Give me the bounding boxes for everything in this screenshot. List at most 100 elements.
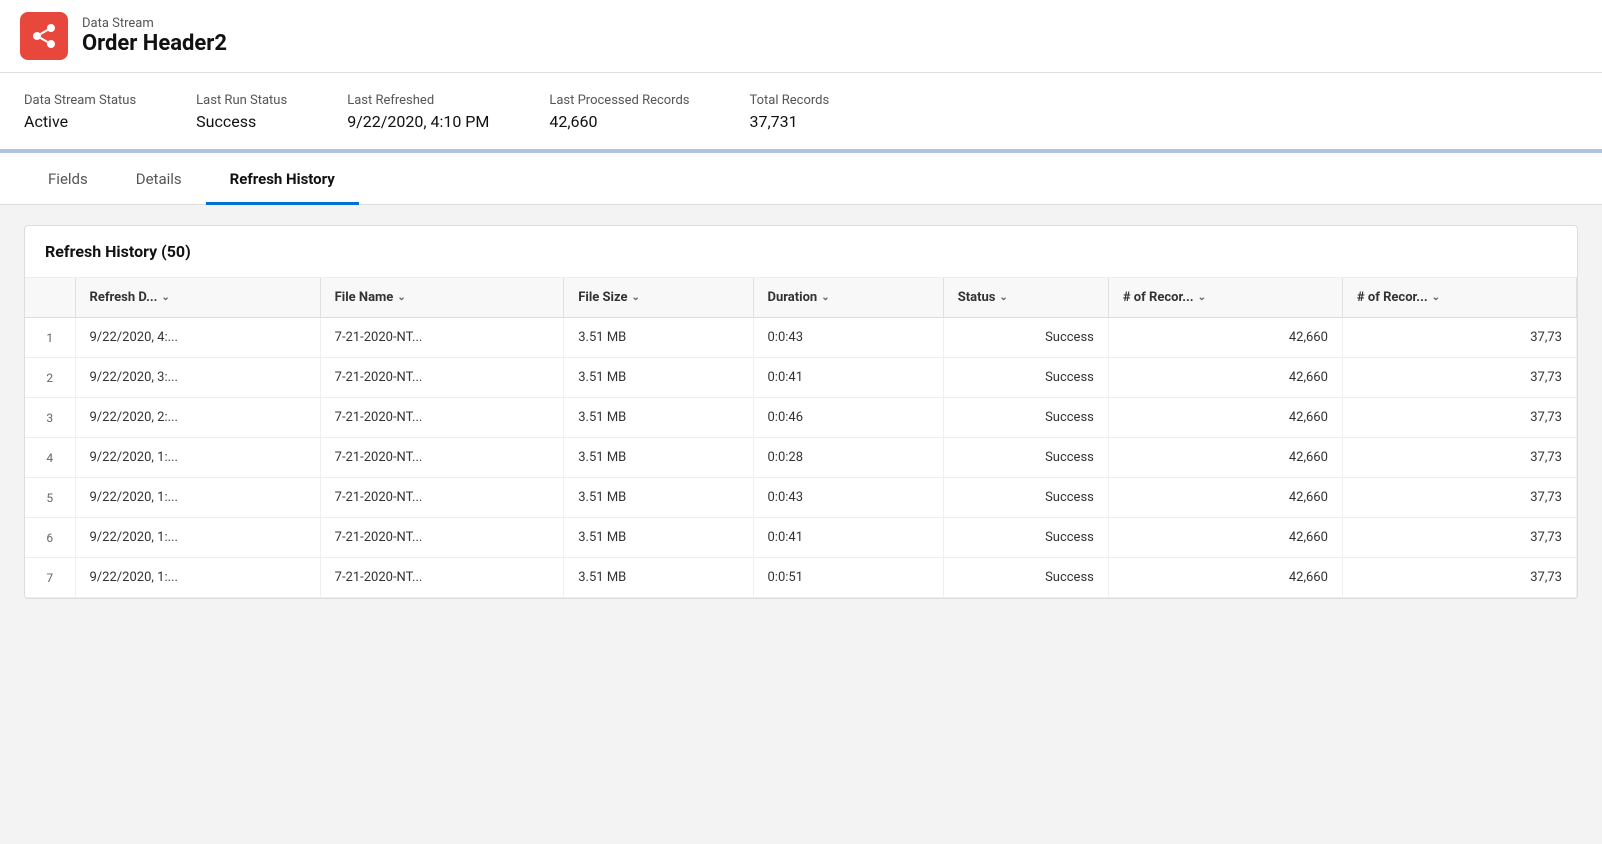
- status-total-records: Total Records 37,731: [750, 93, 830, 131]
- status-last-refreshed: Last Refreshed 9/22/2020, 4:10 PM: [347, 93, 489, 131]
- cell-num: 6: [25, 518, 75, 558]
- cell-duration: 0:0:41: [753, 358, 943, 398]
- sort-icon-records-processed: ⌄: [1198, 292, 1206, 303]
- cell-file-name: 7-21-2020-NT...: [320, 398, 564, 438]
- table-row: 6 9/22/2020, 1:... 7-21-2020-NT... 3.51 …: [25, 518, 1577, 558]
- status-last-refreshed-label: Last Refreshed: [347, 93, 489, 108]
- cell-records-total: 37,73: [1342, 478, 1576, 518]
- cell-duration: 0:0:46: [753, 398, 943, 438]
- col-header-num: [25, 278, 75, 318]
- cell-records-total: 37,73: [1342, 518, 1576, 558]
- col-header-file-size[interactable]: File Size ⌄: [564, 278, 753, 318]
- page-title: Order Header2: [82, 31, 227, 56]
- cell-records-total: 37,73: [1342, 318, 1576, 358]
- main-content: Refresh History (50) Refresh D... ⌄: [0, 205, 1602, 619]
- status-total-records-label: Total Records: [750, 93, 830, 108]
- col-header-records-total[interactable]: # of Recor... ⌄: [1342, 278, 1576, 318]
- status-last-refreshed-value: 9/22/2020, 4:10 PM: [347, 112, 489, 131]
- cell-status: Success: [943, 478, 1108, 518]
- sort-icon-duration: ⌄: [821, 292, 829, 303]
- cell-file-size: 3.51 MB: [564, 478, 753, 518]
- cell-file-name: 7-21-2020-NT...: [320, 478, 564, 518]
- sort-icon-records-total: ⌄: [1432, 292, 1440, 303]
- cell-records-processed: 42,660: [1108, 518, 1342, 558]
- status-data-stream-value: Active: [24, 112, 136, 131]
- status-data-stream: Data Stream Status Active: [24, 93, 136, 131]
- tab-refresh-history[interactable]: Refresh History: [206, 154, 359, 205]
- cell-status: Success: [943, 438, 1108, 478]
- cell-refresh-date: 9/22/2020, 1:...: [75, 478, 320, 518]
- cell-status: Success: [943, 318, 1108, 358]
- cell-duration: 0:0:51: [753, 558, 943, 598]
- table-scroll-wrapper[interactable]: Refresh D... ⌄ File Name ⌄: [25, 278, 1577, 598]
- cell-num: 4: [25, 438, 75, 478]
- tab-details[interactable]: Details: [112, 154, 206, 205]
- cell-file-size: 3.51 MB: [564, 558, 753, 598]
- cell-refresh-date: 9/22/2020, 1:...: [75, 558, 320, 598]
- cell-duration: 0:0:43: [753, 318, 943, 358]
- cell-records-total: 37,73: [1342, 438, 1576, 478]
- header-subtitle: Data Stream: [82, 16, 227, 31]
- cell-records-processed: 42,660: [1108, 318, 1342, 358]
- cell-refresh-date: 9/22/2020, 2:...: [75, 398, 320, 438]
- cell-status: Success: [943, 358, 1108, 398]
- cell-status: Success: [943, 518, 1108, 558]
- cell-num: 7: [25, 558, 75, 598]
- sort-icon-file-size: ⌄: [632, 292, 640, 303]
- cell-file-size: 3.51 MB: [564, 398, 753, 438]
- app-logo: [20, 12, 68, 60]
- app-header: Data Stream Order Header2: [0, 0, 1602, 73]
- cell-file-name: 7-21-2020-NT...: [320, 318, 564, 358]
- cell-num: 1: [25, 318, 75, 358]
- cell-num: 3: [25, 398, 75, 438]
- cell-refresh-date: 9/22/2020, 1:...: [75, 518, 320, 558]
- cell-duration: 0:0:41: [753, 518, 943, 558]
- cell-records-total: 37,73: [1342, 398, 1576, 438]
- status-last-run-value: Success: [196, 112, 287, 131]
- tab-fields[interactable]: Fields: [24, 154, 112, 205]
- cell-file-size: 3.51 MB: [564, 358, 753, 398]
- status-last-run: Last Run Status Success: [196, 93, 287, 131]
- cell-refresh-date: 9/22/2020, 3:...: [75, 358, 320, 398]
- cell-duration: 0:0:43: [753, 478, 943, 518]
- cell-records-processed: 42,660: [1108, 558, 1342, 598]
- cell-records-total: 37,73: [1342, 558, 1576, 598]
- cell-file-name: 7-21-2020-NT...: [320, 558, 564, 598]
- table-row: 3 9/22/2020, 2:... 7-21-2020-NT... 3.51 …: [25, 398, 1577, 438]
- status-bar: Data Stream Status Active Last Run Statu…: [0, 73, 1602, 153]
- table-row: 4 9/22/2020, 1:... 7-21-2020-NT... 3.51 …: [25, 438, 1577, 478]
- header-text: Data Stream Order Header2: [82, 16, 227, 56]
- cell-num: 5: [25, 478, 75, 518]
- sort-icon-file-name: ⌄: [397, 292, 405, 303]
- cell-refresh-date: 9/22/2020, 4:...: [75, 318, 320, 358]
- cell-records-processed: 42,660: [1108, 478, 1342, 518]
- status-last-processed-label: Last Processed Records: [549, 93, 689, 108]
- table-row: 5 9/22/2020, 1:... 7-21-2020-NT... 3.51 …: [25, 478, 1577, 518]
- cell-records-processed: 42,660: [1108, 398, 1342, 438]
- cell-status: Success: [943, 558, 1108, 598]
- cell-num: 2: [25, 358, 75, 398]
- tabs-container: Fields Details Refresh History: [0, 153, 1602, 205]
- refresh-history-table: Refresh D... ⌄ File Name ⌄: [25, 278, 1577, 598]
- sort-icon-status: ⌄: [999, 292, 1007, 303]
- table-row: 1 9/22/2020, 4:... 7-21-2020-NT... 3.51 …: [25, 318, 1577, 358]
- cell-records-processed: 42,660: [1108, 358, 1342, 398]
- status-last-run-label: Last Run Status: [196, 93, 287, 108]
- cell-file-name: 7-21-2020-NT...: [320, 518, 564, 558]
- col-header-records-processed[interactable]: # of Recor... ⌄: [1108, 278, 1342, 318]
- table-header-row: Refresh D... ⌄ File Name ⌄: [25, 278, 1577, 318]
- status-last-processed: Last Processed Records 42,660: [549, 93, 689, 131]
- status-last-processed-value: 42,660: [549, 112, 689, 131]
- table-card-title: Refresh History (50): [25, 226, 1577, 278]
- cell-status: Success: [943, 398, 1108, 438]
- table-row: 2 9/22/2020, 3:... 7-21-2020-NT... 3.51 …: [25, 358, 1577, 398]
- col-header-refresh-date[interactable]: Refresh D... ⌄: [75, 278, 320, 318]
- col-header-file-name[interactable]: File Name ⌄: [320, 278, 564, 318]
- col-header-status[interactable]: Status ⌄: [943, 278, 1108, 318]
- refresh-history-card: Refresh History (50) Refresh D... ⌄: [24, 225, 1578, 599]
- col-header-duration[interactable]: Duration ⌄: [753, 278, 943, 318]
- cell-file-size: 3.51 MB: [564, 318, 753, 358]
- cell-file-name: 7-21-2020-NT...: [320, 438, 564, 478]
- sort-icon-refresh-date: ⌄: [161, 292, 169, 303]
- status-data-stream-label: Data Stream Status: [24, 93, 136, 108]
